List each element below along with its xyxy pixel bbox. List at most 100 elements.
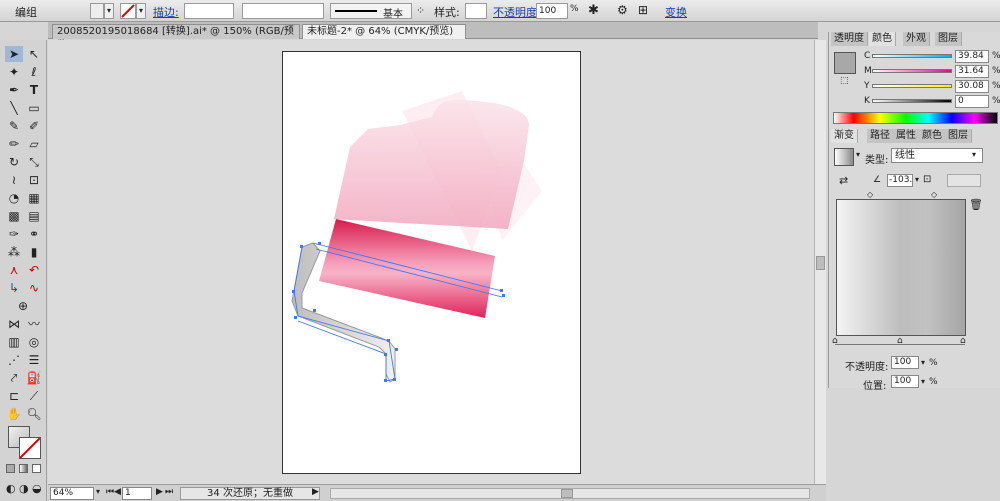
prev-page-icon[interactable]: ◀ (114, 487, 121, 497)
column-graph-tool-icon[interactable]: ▮ (25, 244, 43, 260)
type-tool-icon[interactable]: T (25, 82, 43, 98)
chevron-down-icon[interactable]: ▾ (136, 3, 146, 19)
selection-tool-icon[interactable]: ➤ (5, 46, 23, 62)
tab-attributes[interactable]: 属性 (893, 129, 920, 143)
path-tool-icon[interactable]: ↳ (5, 280, 23, 296)
horizontal-scrollbar[interactable] (330, 488, 810, 499)
channel-c-slider[interactable] (872, 54, 952, 58)
magic-wand-tool-icon[interactable]: ✦ (5, 64, 23, 80)
symbol-sprayer-tool-icon[interactable]: ⁂ (5, 244, 23, 260)
first-page-icon[interactable]: ⏮ (106, 487, 114, 497)
hand-tool-icon[interactable]: ✋ (5, 406, 23, 422)
opacity-label[interactable]: 不透明度: (493, 4, 541, 20)
chevron-down-icon[interactable]: ▾ (921, 377, 925, 386)
pen-tool-icon[interactable]: ✒ (5, 82, 23, 98)
none-mode-icon[interactable] (32, 464, 41, 473)
artboard-tool-icon[interactable]: ⊏ (5, 388, 23, 404)
recolor-icon[interactable]: ✱ (588, 3, 599, 18)
chevron-down-icon[interactable]: ▾ (856, 150, 860, 159)
channel-m-slider[interactable] (872, 69, 952, 73)
blob-brush-tool-icon[interactable]: ✏ (5, 136, 23, 152)
channel-c-input[interactable]: 39.84 (955, 50, 989, 63)
tab-transparency[interactable]: 透明度 (831, 32, 868, 46)
eyedropper-2-tool-icon[interactable]: ⤤ (5, 370, 23, 386)
color-stop-icon[interactable]: ⌂ (897, 336, 903, 346)
draw-normal-icon[interactable]: ◐ (6, 482, 16, 495)
draw-behind-icon[interactable]: ◑ (19, 482, 29, 495)
tab-document-1[interactable]: 20085201950186​84 [转换].ai* @ 150% (RGB/预… (52, 24, 300, 51)
live-paint-tool-icon[interactable]: ⛽ (25, 370, 43, 386)
free-transform-tool-icon[interactable]: ⊡ (25, 172, 43, 188)
transform-link[interactable]: 变换 (665, 4, 687, 20)
zoom-field[interactable]: 64% (50, 487, 94, 500)
rectangle-tool-icon[interactable]: ▭ (25, 100, 43, 116)
opacity-input[interactable]: 100 (891, 356, 919, 369)
tab-document-2[interactable]: 未标题-2* @ 64% (CMYK/预览)× (302, 24, 466, 51)
midpoint-diamond-icon[interactable]: ◇ (931, 190, 937, 199)
gradient-preview-swatch[interactable] (834, 148, 854, 166)
line-tool-icon[interactable]: ╲ (5, 100, 23, 116)
chevron-down-icon[interactable]: ▾ (972, 150, 976, 159)
curve-tool-icon[interactable]: ↶ (25, 262, 43, 278)
current-color-swatch[interactable] (834, 52, 856, 74)
last-page-icon[interactable]: ⏭ (165, 487, 173, 497)
angle-input[interactable]: -103. (887, 174, 913, 187)
channel-k-slider[interactable] (872, 99, 952, 103)
arrange-icon[interactable]: ⁘ (416, 4, 425, 17)
scroll-thumb[interactable] (561, 489, 573, 498)
rotate-tool-icon[interactable]: ↻ (5, 154, 23, 170)
channel-k-input[interactable]: 0 (955, 95, 989, 108)
next-page-icon[interactable]: ▶ (156, 487, 163, 497)
variable-width-field[interactable] (242, 3, 324, 19)
scale-tool-icon[interactable]: ⤡ (25, 154, 43, 170)
channel-m-input[interactable]: 31.64 (955, 65, 989, 78)
chevron-down-icon[interactable]: ▾ (915, 175, 919, 184)
color-spectrum[interactable] (833, 112, 998, 124)
gradient-tool-icon[interactable]: ▤ (25, 208, 43, 224)
tab-color[interactable]: 颜色 (919, 129, 946, 143)
trash-icon[interactable]: 🗑︎ (969, 198, 983, 211)
scroll-thumb[interactable] (816, 256, 825, 270)
eraser-tool-icon[interactable]: ▱ (25, 136, 43, 152)
chevron-down-icon[interactable]: ▾ (104, 3, 114, 19)
stroke-weight-field[interactable] (184, 3, 234, 19)
fill-swatch[interactable] (90, 3, 104, 19)
out-of-gamut-icon[interactable]: ⬚ (840, 76, 849, 86)
location-input[interactable]: 100 (891, 375, 919, 388)
direct-selection-tool-icon[interactable]: ↖ (25, 46, 43, 62)
tab-color[interactable]: 颜色 (869, 32, 896, 46)
artwork[interactable] (282, 51, 581, 474)
chart-tool-icon[interactable]: ▥ (5, 334, 23, 350)
wave-tool-icon[interactable]: ∿ (25, 280, 43, 296)
list-tool-icon[interactable]: ☰ (25, 352, 43, 368)
twirl-tool-icon[interactable]: ◎ (25, 334, 43, 350)
aspect-ratio-input[interactable] (947, 174, 981, 187)
perspective-grid-tool-icon[interactable]: ▦ (25, 190, 43, 206)
tab-layers[interactable]: 图层 (935, 32, 962, 46)
paintbrush-tool-icon[interactable]: ✎ (5, 118, 23, 134)
zoom-tool-icon[interactable]: 🔍︎ (25, 406, 43, 422)
ribbon-tool-icon[interactable]: 〰 (25, 316, 43, 332)
color-stop-icon[interactable]: ⌂ (832, 336, 838, 346)
page-field[interactable]: 1 (122, 487, 152, 500)
gear-icon[interactable]: ⚙ (617, 3, 628, 17)
draw-inside-icon[interactable]: ◒ (32, 482, 42, 495)
bag-body[interactable] (334, 99, 529, 230)
chevron-down-icon[interactable]: ▾ (921, 358, 925, 367)
color-stop-icon[interactable]: ⌂ (960, 336, 966, 346)
gradient-type-select[interactable]: 线性 (891, 148, 983, 163)
width-tool-icon[interactable]: ⋏ (5, 262, 23, 278)
align-icon[interactable]: ⊞ (638, 3, 648, 17)
tab-gradient[interactable]: 渐变 (831, 129, 858, 143)
status-menu-icon[interactable]: ▶ (312, 487, 319, 497)
tab-pathfinder[interactable]: 路径 (867, 129, 894, 143)
color-mode-icon[interactable] (6, 464, 15, 473)
warp-tool-icon[interactable]: ≀ (5, 172, 23, 188)
stroke-color-swatch[interactable] (19, 437, 41, 459)
mesh-tool-icon[interactable]: ▩ (5, 208, 23, 224)
tab-layers[interactable]: 图层 (945, 129, 972, 143)
stroke-label[interactable]: 描边: (153, 4, 179, 20)
tab-appearance[interactable]: 外观 (903, 32, 930, 46)
envelope-tool-icon[interactable]: ⋈ (5, 316, 23, 332)
blend-tool-icon[interactable]: ⚭ (25, 226, 43, 242)
